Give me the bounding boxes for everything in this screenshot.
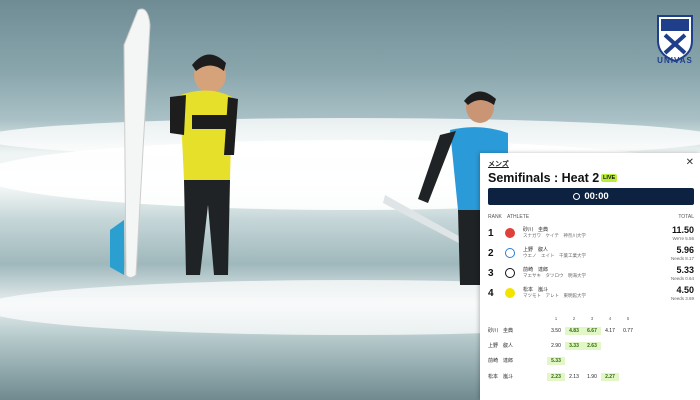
wave-score: 4.83 [565, 327, 583, 335]
athlete-name: 松本 嵐斗 [523, 287, 549, 293]
rank-header: RANK [488, 214, 502, 220]
clock-icon [573, 193, 581, 200]
wave-score: 6.67 [583, 327, 601, 335]
athlete-name: 砂川 圭典 [523, 227, 549, 233]
needs-score: Needs 0.64 [670, 276, 694, 281]
total-score: 5.96 [676, 245, 694, 255]
wave-athlete-name: 砂川 圭典 [488, 328, 514, 334]
athlete-name: 上野 叡人 [523, 247, 549, 253]
logo-text: UNIVAS [657, 56, 693, 65]
rank-number: 1 [488, 228, 494, 239]
heat-timer: 00:00 [488, 188, 694, 205]
surfer-yellow-jersey [110, 8, 238, 278]
heat-scoreboard: メンズ ✕ Semifinals : Heat 2 LIVE 00:00 RAN… [480, 153, 700, 400]
wave-athlete-name: 前崎 達郎 [488, 358, 514, 364]
total-score: 11.50 [671, 225, 694, 235]
athlete-name: 前崎 達郎 [523, 267, 549, 273]
needs-score: We're 5.56 [672, 236, 694, 241]
heat-title: Semifinals : Heat 2 [488, 171, 600, 185]
athlete-university: ウエノ エイト 千葉工業大学 [523, 253, 586, 258]
wave-number-header: 2 [572, 316, 576, 321]
wave-number-header: 5 [626, 316, 630, 321]
wave-number-header: 4 [608, 316, 612, 321]
needs-score: Needs 8.17 [670, 256, 694, 261]
athlete-university: スナガワ ケイテ 神奈川大学 [523, 233, 586, 238]
wave-score: 4.17 [605, 328, 615, 334]
close-icon[interactable]: ✕ [686, 157, 694, 168]
leaderboard-row[interactable]: 3 前崎 達郎 マエサキ タツロウ 明海大学 5.33 Needs 0.64 [480, 265, 700, 285]
rank-number: 3 [488, 268, 494, 279]
wave-number-header: 3 [590, 316, 594, 321]
athlete-university: マツモト アレト 東明館大学 [523, 293, 586, 298]
wave-number-header: 1 [554, 316, 558, 321]
wave-score: 5.33 [547, 357, 565, 365]
leaderboard-row[interactable]: 2 上野 叡人 ウエノ エイト 千葉工業大学 5.96 Needs 8.17 [480, 245, 700, 265]
athlete-color-badge [505, 288, 515, 298]
athlete-header: ATHLETE [507, 214, 530, 220]
wave-score: 3.33 [565, 342, 583, 350]
athlete-university: マエサキ タツロウ 明海大学 [523, 273, 586, 278]
wave-score: 2.63 [583, 342, 601, 350]
wave-score: 0.77 [623, 328, 633, 334]
athlete-color-badge [505, 248, 515, 258]
wave-athlete-name: 上野 叡人 [488, 343, 514, 349]
wave-score: 2.13 [569, 374, 579, 380]
category-link[interactable]: メンズ [488, 159, 509, 169]
rank-number: 4 [488, 288, 494, 299]
rank-number: 2 [488, 248, 494, 259]
wave-athlete-name: 松本 嵐斗 [488, 374, 514, 380]
total-header: TOTAL [678, 214, 694, 220]
wave-score: 2.27 [601, 373, 619, 381]
wave-score: 1.90 [587, 374, 597, 380]
wave-score: 2.90 [551, 343, 561, 349]
total-score: 5.33 [676, 265, 694, 275]
wave-score: 3.50 [551, 328, 561, 334]
wave-score: 2.23 [547, 373, 565, 381]
needs-score: Needs 3.69 [670, 296, 694, 301]
leaderboard-row[interactable]: 1 砂川 圭典 スナガワ ケイテ 神奈川大学 11.50 We're 5.56 [480, 225, 700, 245]
timer-value: 00:00 [584, 191, 609, 202]
live-badge: LIVE [601, 174, 618, 182]
total-score: 4.50 [676, 285, 694, 295]
athlete-color-badge [505, 228, 515, 238]
leaderboard-row[interactable]: 4 松本 嵐斗 マツモト アレト 東明館大学 4.50 Needs 3.69 [480, 285, 700, 305]
athlete-color-badge [505, 268, 515, 278]
